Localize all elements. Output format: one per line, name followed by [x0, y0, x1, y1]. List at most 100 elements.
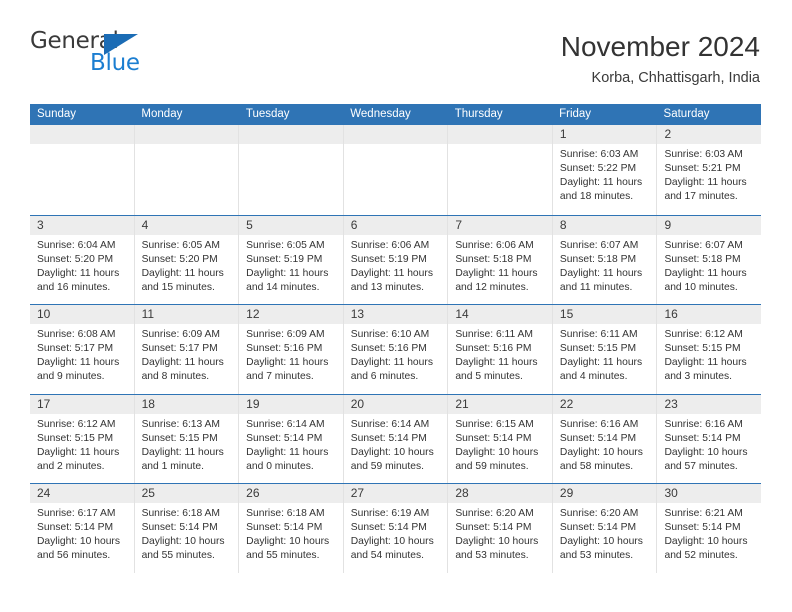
page-title: November 2024	[560, 31, 760, 62]
day-number	[134, 125, 239, 144]
day-cell[interactable]: 7 Sunrise: 6:06 AM Sunset: 5:18 PM Dayli…	[448, 215, 553, 304]
daylight-text-line2: and 1 minute.	[141, 460, 204, 472]
sunset-text: Sunset: 5:15 PM	[559, 343, 637, 355]
day-cell[interactable]: 10 Sunrise: 6:08 AM Sunset: 5:17 PM Dayl…	[30, 305, 135, 394]
sunset-text: Sunset: 5:20 PM	[141, 253, 218, 265]
sunrise-text: Sunrise: 6:17 AM	[37, 508, 116, 519]
daylight-text-line1: Daylight: 10 hours	[664, 536, 748, 548]
day-number: 28	[448, 484, 552, 503]
daylight-text-line1: Daylight: 11 hours	[246, 267, 329, 279]
daylight-text-line2: and 4 minutes.	[559, 371, 628, 383]
general-blue-logo[interactable]: General Blue	[30, 28, 160, 80]
daylight-text-line1: Daylight: 11 hours	[559, 357, 643, 369]
day-cell[interactable]: 27 Sunrise: 6:19 AM Sunset: 5:14 PM Dayl…	[343, 484, 449, 573]
day-number: 24	[30, 484, 134, 503]
day-details: Sunrise: 6:20 AM Sunset: 5:14 PM Dayligh…	[553, 503, 657, 563]
day-cell[interactable]: 24 Sunrise: 6:17 AM Sunset: 5:14 PM Dayl…	[30, 484, 135, 573]
day-cell[interactable]: 9 Sunrise: 6:07 AM Sunset: 5:18 PM Dayli…	[657, 215, 762, 304]
sunset-text: Sunset: 5:14 PM	[37, 522, 114, 534]
day-cell[interactable]: 15 Sunrise: 6:11 AM Sunset: 5:15 PM Dayl…	[552, 305, 658, 394]
day-cell[interactable]: 3 Sunrise: 6:04 AM Sunset: 5:20 PM Dayli…	[30, 215, 135, 304]
day-cell[interactable]: 26 Sunrise: 6:18 AM Sunset: 5:14 PM Dayl…	[239, 484, 344, 573]
day-cell[interactable]: 25 Sunrise: 6:18 AM Sunset: 5:14 PM Dayl…	[134, 484, 240, 573]
weekday-header-row: Sunday Monday Tuesday Wednesday Thursday…	[30, 104, 761, 125]
day-details: Sunrise: 6:18 AM Sunset: 5:14 PM Dayligh…	[135, 503, 239, 563]
day-cell[interactable]: 11 Sunrise: 6:09 AM Sunset: 5:17 PM Dayl…	[134, 305, 240, 394]
day-number: 1	[552, 125, 657, 144]
day-number: 30	[657, 484, 762, 503]
day-cell[interactable]	[343, 125, 449, 215]
day-number: 8	[552, 215, 657, 235]
sunrise-text: Sunrise: 6:05 AM	[246, 239, 325, 251]
sunrise-text: Sunrise: 6:11 AM	[455, 329, 533, 340]
page-header: General Blue November 2024 Korba, Chhatt…	[0, 0, 792, 86]
day-cell[interactable]	[448, 125, 553, 215]
sunrise-text: Sunrise: 6:08 AM	[37, 329, 116, 340]
sunset-text: Sunset: 5:16 PM	[455, 343, 532, 355]
day-cell[interactable]: 8 Sunrise: 6:07 AM Sunset: 5:18 PM Dayli…	[552, 215, 658, 304]
day-cell[interactable]: 13 Sunrise: 6:10 AM Sunset: 5:16 PM Dayl…	[343, 305, 449, 394]
day-cell[interactable]: 18 Sunrise: 6:13 AM Sunset: 5:15 PM Dayl…	[134, 394, 240, 483]
sunrise-text: Sunrise: 6:19 AM	[350, 508, 430, 519]
day-details: Sunrise: 6:14 AM Sunset: 5:14 PM Dayligh…	[344, 414, 448, 474]
day-cell[interactable]: 6 Sunrise: 6:06 AM Sunset: 5:19 PM Dayli…	[343, 215, 449, 304]
day-cell[interactable]: 2 Sunrise: 6:03 AM Sunset: 5:21 PM Dayli…	[657, 125, 762, 215]
sunrise-text: Sunrise: 6:21 AM	[664, 508, 743, 519]
day-cell[interactable]: 12 Sunrise: 6:09 AM Sunset: 5:16 PM Dayl…	[239, 305, 344, 394]
day-details: Sunrise: 6:03 AM Sunset: 5:21 PM Dayligh…	[657, 144, 761, 204]
day-cell[interactable]: 21 Sunrise: 6:15 AM Sunset: 5:14 PM Dayl…	[448, 394, 553, 483]
day-cell[interactable]: 22 Sunrise: 6:16 AM Sunset: 5:14 PM Dayl…	[552, 394, 658, 483]
location-subtitle: Korba, Chhattisgarh, India	[591, 70, 760, 86]
daylight-text-line2: and 13 minutes.	[350, 281, 425, 293]
daylight-text-line1: Daylight: 11 hours	[141, 446, 224, 458]
day-details: Sunrise: 6:19 AM Sunset: 5:14 PM Dayligh…	[344, 503, 448, 563]
sunrise-text: Sunrise: 6:11 AM	[559, 329, 638, 340]
daylight-text-line2: and 2 minutes.	[37, 460, 105, 472]
day-cell[interactable]: 19 Sunrise: 6:14 AM Sunset: 5:14 PM Dayl…	[239, 394, 344, 483]
sunset-text: Sunset: 5:22 PM	[559, 163, 637, 175]
day-cell[interactable]: 4 Sunrise: 6:05 AM Sunset: 5:20 PM Dayli…	[134, 215, 240, 304]
day-number: 27	[343, 484, 448, 503]
daylight-text-line2: and 53 minutes.	[455, 550, 529, 562]
day-number	[343, 125, 448, 144]
day-details: Sunrise: 6:17 AM Sunset: 5:14 PM Dayligh…	[30, 503, 134, 563]
daylight-text-line1: Daylight: 11 hours	[664, 267, 747, 279]
day-details: Sunrise: 6:05 AM Sunset: 5:20 PM Dayligh…	[135, 235, 239, 295]
day-cell[interactable]: 14 Sunrise: 6:11 AM Sunset: 5:16 PM Dayl…	[448, 305, 553, 394]
day-cell[interactable]: 23 Sunrise: 6:16 AM Sunset: 5:14 PM Dayl…	[657, 394, 762, 483]
day-cell[interactable]: 20 Sunrise: 6:14 AM Sunset: 5:14 PM Dayl…	[343, 394, 449, 483]
sunrise-text: Sunrise: 6:13 AM	[141, 418, 220, 430]
daylight-text-line1: Daylight: 11 hours	[350, 357, 433, 369]
daylight-text-line1: Daylight: 10 hours	[455, 446, 539, 458]
day-cell[interactable]: 16 Sunrise: 6:12 AM Sunset: 5:15 PM Dayl…	[657, 305, 762, 394]
day-cell[interactable]	[30, 125, 135, 215]
daylight-text-line1: Daylight: 10 hours	[141, 536, 225, 548]
day-details	[135, 144, 239, 148]
daylight-text-line1: Daylight: 10 hours	[350, 446, 434, 458]
weekday-header-sunday: Sunday	[37, 108, 77, 120]
day-cell[interactable]: 28 Sunrise: 6:20 AM Sunset: 5:14 PM Dayl…	[448, 484, 553, 573]
daylight-text-line2: and 12 minutes.	[455, 281, 529, 293]
day-details: Sunrise: 6:08 AM Sunset: 5:17 PM Dayligh…	[30, 324, 134, 384]
day-cell[interactable]	[239, 125, 344, 215]
day-number: 16	[657, 305, 762, 324]
day-cell[interactable]: 29 Sunrise: 6:20 AM Sunset: 5:14 PM Dayl…	[552, 484, 658, 573]
sunrise-text: Sunrise: 6:12 AM	[664, 329, 743, 340]
day-cell[interactable]	[134, 125, 240, 215]
daylight-text-line2: and 57 minutes.	[664, 460, 738, 472]
day-number: 6	[343, 215, 448, 235]
day-cell[interactable]: 30 Sunrise: 6:21 AM Sunset: 5:14 PM Dayl…	[657, 484, 762, 573]
day-details: Sunrise: 6:11 AM Sunset: 5:15 PM Dayligh…	[553, 324, 657, 384]
sunset-text: Sunset: 5:14 PM	[559, 522, 637, 534]
sunrise-text: Sunrise: 6:07 AM	[664, 239, 743, 251]
daylight-text-line1: Daylight: 11 hours	[246, 446, 329, 458]
daylight-text-line1: Daylight: 11 hours	[664, 357, 747, 369]
day-cell[interactable]: 1 Sunrise: 6:03 AM Sunset: 5:22 PM Dayli…	[552, 125, 658, 215]
sunset-text: Sunset: 5:14 PM	[559, 432, 637, 444]
day-cell[interactable]: 17 Sunrise: 6:12 AM Sunset: 5:15 PM Dayl…	[30, 394, 135, 483]
day-details: Sunrise: 6:14 AM Sunset: 5:14 PM Dayligh…	[239, 414, 343, 474]
day-details: Sunrise: 6:12 AM Sunset: 5:15 PM Dayligh…	[657, 324, 761, 384]
sunrise-text: Sunrise: 6:09 AM	[246, 329, 325, 340]
day-details: Sunrise: 6:03 AM Sunset: 5:22 PM Dayligh…	[553, 144, 657, 204]
day-cell[interactable]: 5 Sunrise: 6:05 AM Sunset: 5:19 PM Dayli…	[239, 215, 344, 304]
